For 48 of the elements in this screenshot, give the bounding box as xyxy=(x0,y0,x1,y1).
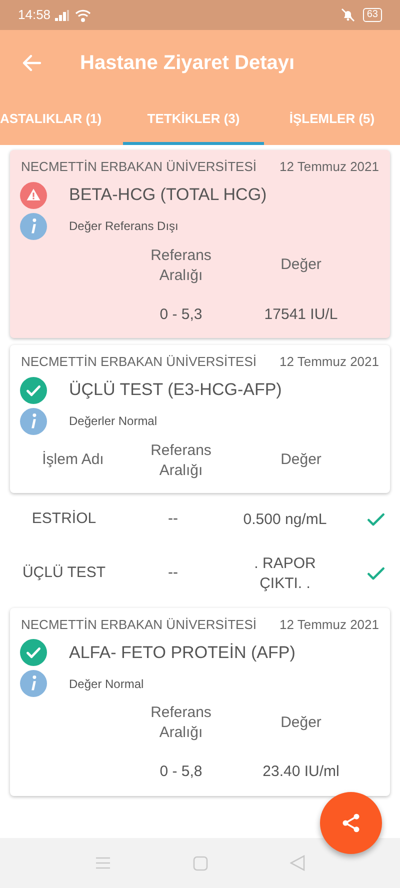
institution-name: NECMETTİN ERBAKAN ÜNİVERSİTESİ xyxy=(21,353,256,371)
warning-icon xyxy=(20,182,47,208)
wifi-icon xyxy=(74,8,91,22)
institution-name: NECMETTİN ERBAKAN ÜNİVERSİTESİ xyxy=(21,158,256,176)
column-header: İşlem Adı xyxy=(42,450,104,470)
muted-bell-icon xyxy=(340,8,355,22)
status-time: 14:58 xyxy=(18,6,51,24)
column-header: Referans Aralığı xyxy=(150,246,212,286)
test-item-name: ÜÇLÜ TEST xyxy=(21,563,107,584)
result-note: Değerler Normal xyxy=(69,413,158,430)
result-card[interactable]: NECMETTİN ERBAKAN ÜNİVERSİTESİ 12 Temmuz 2021 ÜÇLÜ TEST (E3-HCG-AFP) Değerler Normal İşlem Adı Referans Aralığı Değer xyxy=(10,345,390,492)
result-note: Değer Normal xyxy=(69,676,144,692)
test-item-name: ESTRİOL xyxy=(30,509,98,530)
column-header: Değer xyxy=(280,712,322,733)
result-date: 12 Temmuz 2021 xyxy=(280,616,379,634)
test-name: BETA-HCG (TOTAL HCG) xyxy=(69,184,267,206)
reference-range: -- xyxy=(167,509,179,530)
test-name: ALFA- FETO PROTEİN (AFP) xyxy=(69,642,296,664)
result-value: 17541 IU/L xyxy=(263,304,339,324)
result-date: 12 Temmuz 2021 xyxy=(280,158,379,176)
signal-icon xyxy=(54,10,71,20)
info-icon xyxy=(20,408,47,434)
check-circle-icon xyxy=(20,639,47,666)
page-title: Hastane Ziyaret Detayı xyxy=(80,51,295,76)
reference-range: -- xyxy=(167,563,179,584)
share-icon xyxy=(340,812,362,834)
reference-range: 0 - 5,8 xyxy=(158,762,204,782)
result-value: 0.500 ng/mL xyxy=(243,510,327,530)
result-date: 12 Temmuz 2021 xyxy=(280,353,379,371)
column-header: Değer xyxy=(280,255,322,276)
result-card[interactable]: NECMETTİN ERBAKAN ÜNİVERSİTESİ 12 Temmuz 2021 ALFA- FETO PROTEİN (AFP) Değer Normal Referans Aralığı Değer 0 - 5,8 23.40 IU/ml xyxy=(10,608,390,796)
info-icon xyxy=(20,212,47,240)
result-value: 23.40 IU/ml xyxy=(262,762,340,782)
result-card[interactable]: NECMETTİN ERBAKAN ÜNİVERSİTESİ 12 Temmuz 2021 BETA-HCG (TOTAL HCG) Değer Referans Dışı Referans Aralığı Değer 0 - 5,3 17541 IU/L xyxy=(10,150,390,338)
menu-icon[interactable] xyxy=(95,856,111,870)
column-header: Referans Aralığı xyxy=(150,440,212,480)
column-header: Referans Aralığı xyxy=(150,703,212,743)
column-header: Değer xyxy=(280,450,322,470)
check-circle-icon xyxy=(20,376,47,404)
institution-name: NECMETTİN ERBAKAN ÜNİVERSİTESİ xyxy=(21,616,256,634)
back-triangle-icon[interactable] xyxy=(290,855,305,871)
test-name: ÜÇLÜ TEST (E3-HCG-AFP) xyxy=(69,379,282,402)
home-icon[interactable] xyxy=(193,856,208,870)
result-value: . RAPOR ÇIKTI. . xyxy=(253,554,317,594)
info-icon xyxy=(20,670,47,697)
reference-range: 0 - 5,3 xyxy=(158,304,204,324)
battery-level: 63 xyxy=(362,8,382,22)
result-note: Değer Referans Dışı xyxy=(69,218,178,235)
